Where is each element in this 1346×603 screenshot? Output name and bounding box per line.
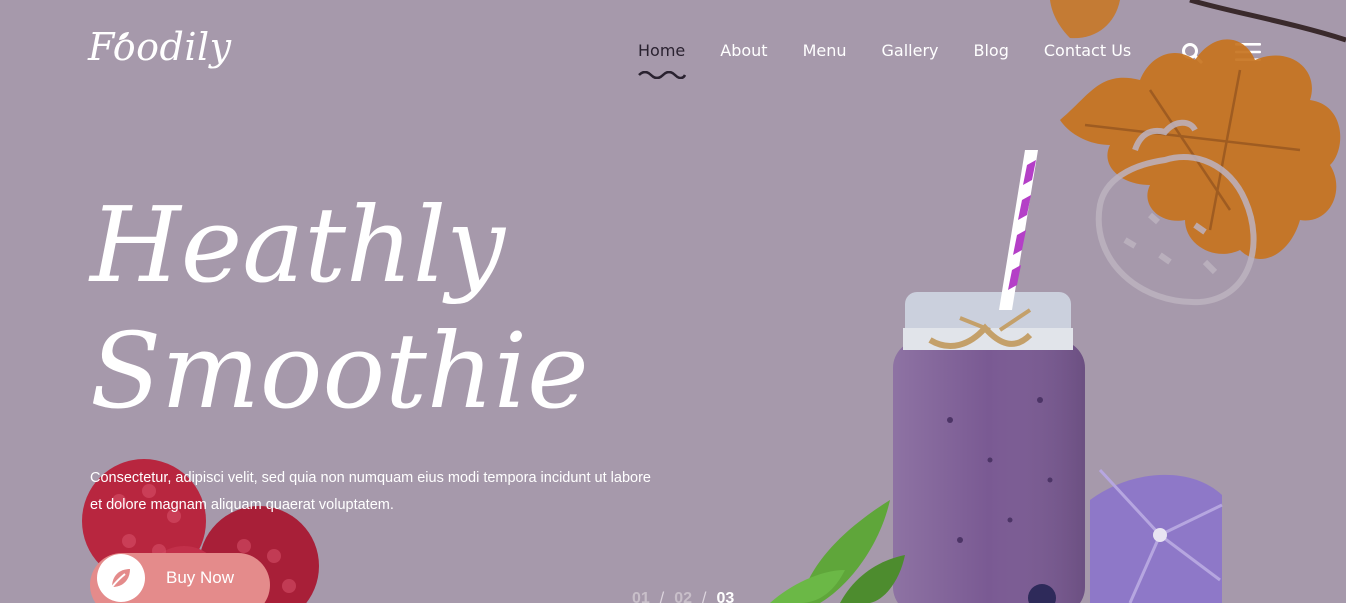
hero-title-line: Smoothie bbox=[90, 310, 589, 432]
buy-now-label: Buy Now bbox=[166, 568, 235, 587]
slide-number[interactable]: 02 bbox=[674, 590, 692, 603]
buy-now-button[interactable]: Buy Now bbox=[90, 553, 270, 603]
nav-item-label: Home bbox=[638, 41, 686, 60]
nav-item-label: Gallery bbox=[881, 41, 939, 60]
nav-item-label: About bbox=[720, 41, 768, 60]
autumn-leaf-small bbox=[1050, 0, 1120, 39]
smoothie-jar bbox=[893, 292, 1085, 603]
maple-leaf bbox=[1060, 39, 1341, 259]
mint-leaves bbox=[770, 500, 905, 603]
main-nav: Home About Menu Gallery Blog Contact Us bbox=[638, 41, 1131, 79]
nav-item-contact-us[interactable]: Contact Us bbox=[1044, 41, 1131, 61]
nav-item-blog[interactable]: Blog bbox=[973, 41, 1008, 61]
search-icon[interactable] bbox=[1181, 42, 1203, 64]
leaf-icon bbox=[111, 569, 130, 588]
nav-item-gallery[interactable]: Gallery bbox=[882, 41, 939, 61]
nav-item-home[interactable]: Home bbox=[638, 41, 686, 79]
hero-title-line: Heathly bbox=[90, 184, 506, 306]
nav-item-menu[interactable]: Menu bbox=[803, 41, 847, 61]
slide-counter: 01 / 02 / 03 bbox=[632, 590, 734, 603]
branch bbox=[1189, 0, 1346, 43]
slide-separator: / bbox=[702, 590, 707, 603]
cocktail-umbrella bbox=[1090, 468, 1223, 603]
blueberry bbox=[1028, 584, 1056, 603]
hamburger-menu-icon[interactable] bbox=[1235, 42, 1261, 62]
wavy-underline-icon bbox=[638, 71, 686, 79]
slide-number[interactable]: 01 bbox=[632, 590, 650, 603]
striped-straw bbox=[999, 150, 1038, 310]
strawberry-outline bbox=[1095, 119, 1257, 306]
nav-item-label: Contact Us bbox=[1043, 41, 1132, 60]
buy-button-icon-circle bbox=[97, 554, 145, 602]
nav-item-about[interactable]: About bbox=[720, 41, 767, 61]
brand-logo[interactable]: Foodily bbox=[88, 28, 232, 66]
nav-item-label: Menu bbox=[802, 41, 847, 60]
nav-item-label: Blog bbox=[973, 41, 1009, 60]
slide-number-current[interactable]: 03 bbox=[717, 590, 735, 603]
leaf-icon bbox=[119, 32, 129, 40]
slide-separator: / bbox=[659, 590, 665, 603]
hero-description: Consectetur, adipisci velit, sed quia no… bbox=[90, 470, 651, 513]
hero-title: Heathly Smoothie bbox=[90, 182, 589, 434]
